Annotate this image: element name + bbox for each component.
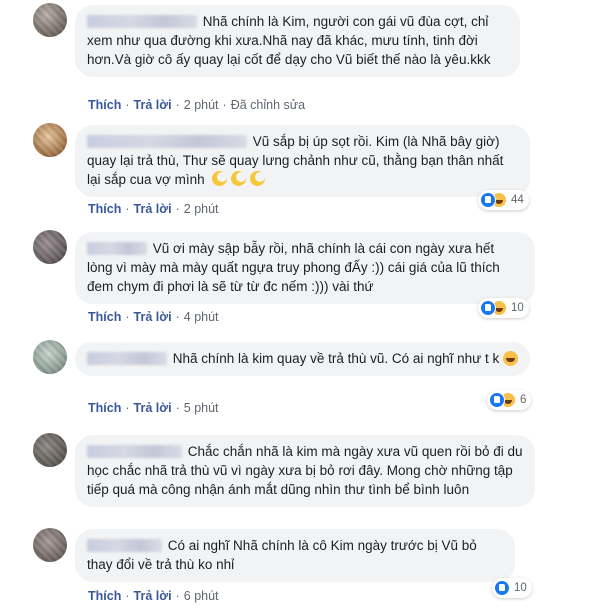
separator-dot: · <box>222 98 227 112</box>
commenter-name[interactable] <box>87 445 182 458</box>
comment-actions: Thích · Trả lời · 6 phút <box>88 589 219 603</box>
timestamp[interactable]: 2 phút <box>184 202 219 216</box>
like-reaction-icon <box>494 580 510 596</box>
separator-dot: · <box>125 202 130 216</box>
reactions-summary[interactable]: 6 <box>487 390 532 410</box>
timestamp[interactable]: 5 phút <box>184 401 219 415</box>
reaction-count: 44 <box>511 194 524 206</box>
edited-label[interactable]: Đã chỉnh sửa <box>231 98 305 112</box>
comment-bubble: Nhã chính là Kim, người con gái vũ đùa c… <box>75 5 520 77</box>
comment-text: Vũ ơi mày sập bẫy rồi, nhã chính là cái … <box>87 241 500 294</box>
reaction-count: 10 <box>514 582 527 594</box>
avatar[interactable] <box>33 230 67 264</box>
commenter-name[interactable] <box>87 135 247 148</box>
reaction-count: 10 <box>511 302 524 314</box>
comment-actions: Thích · Trả lời · 5 phút <box>88 401 219 415</box>
like-reaction-icon <box>489 392 505 408</box>
emoji-moon-icon <box>212 171 228 186</box>
commenter-name[interactable] <box>87 15 197 28</box>
avatar[interactable] <box>33 340 67 374</box>
avatar[interactable] <box>33 3 67 37</box>
commenter-name[interactable] <box>87 539 162 552</box>
separator-dot: · <box>125 401 130 415</box>
reply-link[interactable]: Trả lời <box>134 589 172 603</box>
comment-bubble: Có ai nghĩ Nhã chính là cô Kim ngày trướ… <box>75 529 515 582</box>
reply-link[interactable]: Trả lời <box>134 310 172 324</box>
like-link[interactable]: Thích <box>88 98 121 112</box>
separator-dot: · <box>175 401 180 415</box>
like-link[interactable]: Thích <box>88 589 121 603</box>
like-link[interactable]: Thích <box>88 202 121 216</box>
timestamp[interactable]: 2 phút <box>184 98 219 112</box>
comment-bubble: Vũ sắp bị úp sọt rồi. Kim (là Nhã bây gi… <box>75 125 530 197</box>
comment-actions: Thích · Trả lời · 4 phút <box>88 310 219 324</box>
like-link[interactable]: Thích <box>88 310 121 324</box>
separator-dot: · <box>125 310 130 324</box>
reply-link[interactable]: Trả lời <box>134 401 172 415</box>
like-reaction-icon <box>480 300 496 316</box>
emoji-haha-icon <box>503 351 518 366</box>
section-divider <box>0 424 600 430</box>
commenter-name[interactable] <box>87 242 147 255</box>
emoji-moon-icon <box>231 171 247 186</box>
timestamp[interactable]: 6 phút <box>184 589 219 603</box>
timestamp[interactable]: 4 phút <box>184 310 219 324</box>
reactions-summary[interactable]: 44 <box>478 190 529 210</box>
comment-actions: Thích · Trả lời · 2 phút <box>88 202 219 216</box>
comment-bubble: Nhã chính là kim quay về trả thù vũ. Có … <box>75 342 530 376</box>
reactions-summary[interactable]: 10 <box>478 298 529 318</box>
comment-bubble: Chắc chắn nhã là kim mà ngày xưa vũ quen… <box>75 435 535 507</box>
comment-text: Nhã chính là kim quay về trả thù vũ. Có … <box>172 351 500 366</box>
reactions-summary[interactable]: 10 <box>492 578 532 598</box>
like-link[interactable]: Thích <box>88 401 121 415</box>
separator-dot: · <box>175 310 180 324</box>
avatar[interactable] <box>33 528 67 562</box>
emoji-moon-icon <box>250 171 266 186</box>
comment-bubble: Vũ ơi mày sập bẫy rồi, nhã chính là cái … <box>75 232 535 304</box>
avatar[interactable] <box>33 123 67 157</box>
like-reaction-icon <box>480 192 496 208</box>
separator-dot: · <box>175 202 180 216</box>
commenter-name[interactable] <box>87 352 167 365</box>
comment-actions: Thích · Trả lời · 2 phút · Đã chỉnh sửa <box>88 98 305 112</box>
separator-dot: · <box>125 98 130 112</box>
reply-link[interactable]: Trả lời <box>134 202 172 216</box>
avatar[interactable] <box>33 433 67 467</box>
separator-dot: · <box>125 589 130 603</box>
separator-dot: · <box>175 589 180 603</box>
reaction-count: 6 <box>520 394 527 406</box>
separator-dot: · <box>175 98 180 112</box>
reply-link[interactable]: Trả lời <box>134 98 172 112</box>
